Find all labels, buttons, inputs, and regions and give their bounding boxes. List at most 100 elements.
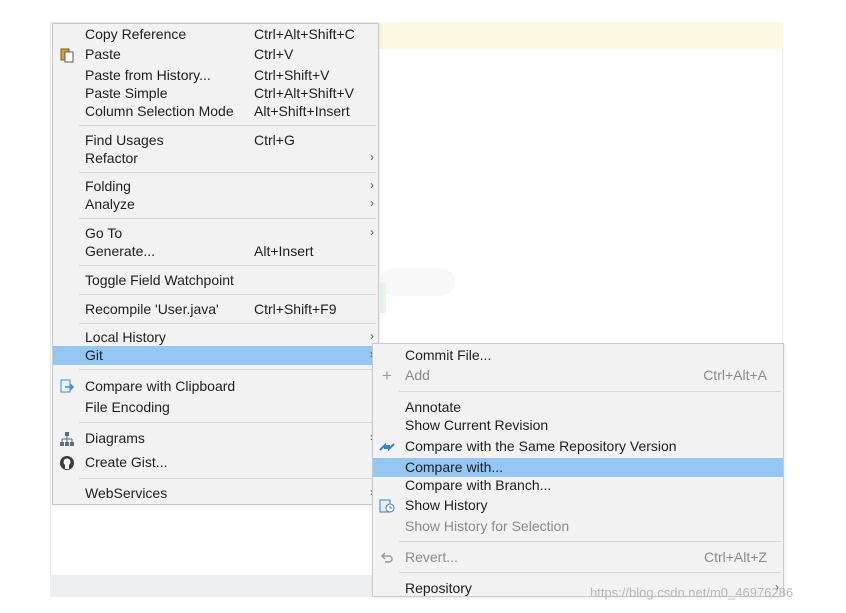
menu-item-shortcut: Ctrl+Alt+Shift+C (254, 26, 355, 42)
menu-item-label: Git (85, 347, 103, 363)
menu-item-label: Recompile 'User.java' (85, 301, 219, 317)
git-submenu: Commit File... + Add Ctrl+Alt+A Annotate… (372, 343, 784, 597)
change-marker (380, 283, 386, 313)
editor-status-strip (50, 575, 380, 597)
menu-item-label: File Encoding (85, 399, 170, 415)
menu-item-label: Column Selection Mode (85, 103, 234, 119)
menu-separator (399, 391, 781, 392)
github-icon (59, 455, 75, 471)
compare-clipboard-icon (59, 379, 75, 395)
menu-item-paste[interactable]: Paste Ctrl+V (53, 45, 378, 64)
menu-item-toggle-field-watchpoint[interactable]: Toggle Field Watchpoint (53, 271, 378, 290)
menu-item-label: Create Gist... (85, 454, 168, 470)
menu-item-label: Go To (85, 225, 123, 241)
menu-item-label: Show History for Selection (405, 518, 570, 534)
menu-item-refactor[interactable]: Refactor › (53, 149, 378, 168)
menu-item-folding[interactable]: Folding › (53, 177, 378, 196)
menu-item-label: Add (405, 367, 430, 383)
plus-icon: + (382, 366, 392, 385)
menu-item-label: Compare with Clipboard (85, 378, 236, 394)
menu-item-go-to[interactable]: Go To › (53, 224, 378, 243)
editor-tooltip-ghost (380, 268, 455, 296)
menu-item-label: Toggle Field Watchpoint (85, 272, 234, 288)
paste-icon (59, 47, 75, 63)
menu-item-webservices[interactable]: WebServices › (53, 484, 378, 503)
git-item-commit-file[interactable]: Commit File... (373, 346, 783, 365)
menu-item-label: Paste (85, 46, 121, 62)
git-item-show-current-revision[interactable]: Show Current Revision (373, 416, 783, 435)
menu-item-git[interactable]: Git › (53, 346, 378, 365)
git-item-compare-with[interactable]: Compare with... (373, 458, 783, 477)
history-icon (379, 498, 395, 514)
menu-item-label: Copy Reference (85, 26, 187, 42)
menu-item-create-gist[interactable]: Create Gist... (53, 453, 378, 472)
menu-item-recompile[interactable]: Recompile 'User.java' Ctrl+Shift+F9 (53, 300, 378, 319)
menu-item-label: Generate... (85, 243, 156, 259)
menu-item-shortcut: Ctrl+Shift+F9 (254, 301, 337, 317)
menu-item-find-usages[interactable]: Find Usages Ctrl+G (53, 131, 378, 150)
current-line-highlight (378, 22, 783, 49)
git-item-revert[interactable]: Revert... Ctrl+Alt+Z (373, 548, 783, 567)
submenu-arrow-icon: › (370, 150, 374, 164)
git-item-compare-with-branch[interactable]: Compare with Branch... (373, 476, 783, 495)
menu-item-copy-reference[interactable]: Copy Reference Ctrl+Alt+Shift+C (53, 25, 378, 44)
menu-item-analyze[interactable]: Analyze › (53, 195, 378, 214)
menu-item-shortcut: Alt+Insert (254, 243, 314, 259)
menu-item-label: Paste from History... (85, 67, 211, 83)
menu-item-shortcut: Alt+Shift+Insert (254, 103, 350, 119)
menu-item-file-encoding[interactable]: File Encoding (53, 398, 378, 417)
menu-item-diagrams[interactable]: Diagrams › (53, 429, 378, 448)
menu-item-local-history[interactable]: Local History › (53, 328, 378, 347)
editor-context-menu: Copy Reference Ctrl+Alt+Shift+C Paste Ct… (52, 23, 379, 505)
git-item-compare-same-repo-version[interactable]: Compare with the Same Repository Version (373, 437, 783, 456)
menu-item-column-selection-mode[interactable]: Column Selection Mode Alt+Shift+Insert (53, 102, 378, 121)
menu-item-label: Find Usages (85, 132, 164, 148)
menu-item-label: Repository (405, 580, 472, 596)
menu-item-label: Show Current Revision (405, 417, 549, 433)
menu-item-generate[interactable]: Generate... Alt+Insert (53, 242, 378, 261)
menu-separator (79, 369, 376, 370)
menu-item-label: Local History (85, 329, 166, 345)
menu-separator (79, 172, 376, 173)
menu-separator (79, 218, 376, 219)
menu-item-paste-simple[interactable]: Paste Simple Ctrl+Alt+Shift+V (53, 84, 378, 103)
menu-separator (79, 478, 376, 479)
git-item-show-history-selection[interactable]: Show History for Selection (373, 517, 783, 536)
menu-item-label: WebServices (85, 485, 168, 501)
git-item-show-history[interactable]: Show History (373, 496, 783, 515)
menu-separator (79, 125, 376, 126)
submenu-arrow-icon: › (370, 196, 374, 210)
watermark-text: https://blog.csdn.net/m0_46976286 (590, 585, 794, 600)
menu-separator (79, 265, 376, 266)
submenu-arrow-icon: › (370, 178, 374, 192)
submenu-arrow-icon: › (370, 225, 374, 239)
menu-item-label: Compare with the Same Repository Version (405, 438, 677, 454)
menu-item-shortcut: Ctrl+V (254, 46, 294, 62)
diff-arrows-icon (379, 439, 395, 455)
menu-separator (399, 541, 781, 542)
git-item-add[interactable]: + Add Ctrl+Alt+A (373, 366, 783, 385)
menu-item-shortcut: Ctrl+Alt+A (703, 367, 767, 383)
menu-item-label: Annotate (405, 399, 462, 415)
menu-separator (79, 294, 376, 295)
menu-item-label: Commit File... (405, 347, 492, 363)
revert-icon (379, 550, 395, 566)
menu-item-shortcut: Ctrl+Shift+V (254, 67, 330, 83)
menu-item-label: Revert... (405, 549, 458, 565)
menu-item-paste-from-history[interactable]: Paste from History... Ctrl+Shift+V (53, 66, 378, 85)
menu-separator (399, 572, 781, 573)
menu-item-shortcut: Ctrl+G (254, 132, 295, 148)
menu-item-label: Analyze (85, 196, 135, 212)
menu-item-label: Refactor (85, 150, 138, 166)
menu-separator (79, 323, 376, 324)
menu-item-shortcut: Ctrl+Alt+Z (703, 549, 767, 565)
menu-item-shortcut: Ctrl+Alt+Shift+V (254, 85, 354, 101)
menu-item-label: Compare with Branch... (405, 477, 552, 493)
menu-item-label: Paste Simple (85, 85, 168, 101)
menu-item-label: Show History (405, 497, 488, 513)
diagrams-icon (59, 431, 75, 447)
menu-item-compare-with-clipboard[interactable]: Compare with Clipboard (53, 377, 378, 396)
menu-item-label: Compare with... (405, 459, 504, 475)
git-item-annotate[interactable]: Annotate (373, 398, 783, 417)
menu-separator (79, 422, 376, 423)
